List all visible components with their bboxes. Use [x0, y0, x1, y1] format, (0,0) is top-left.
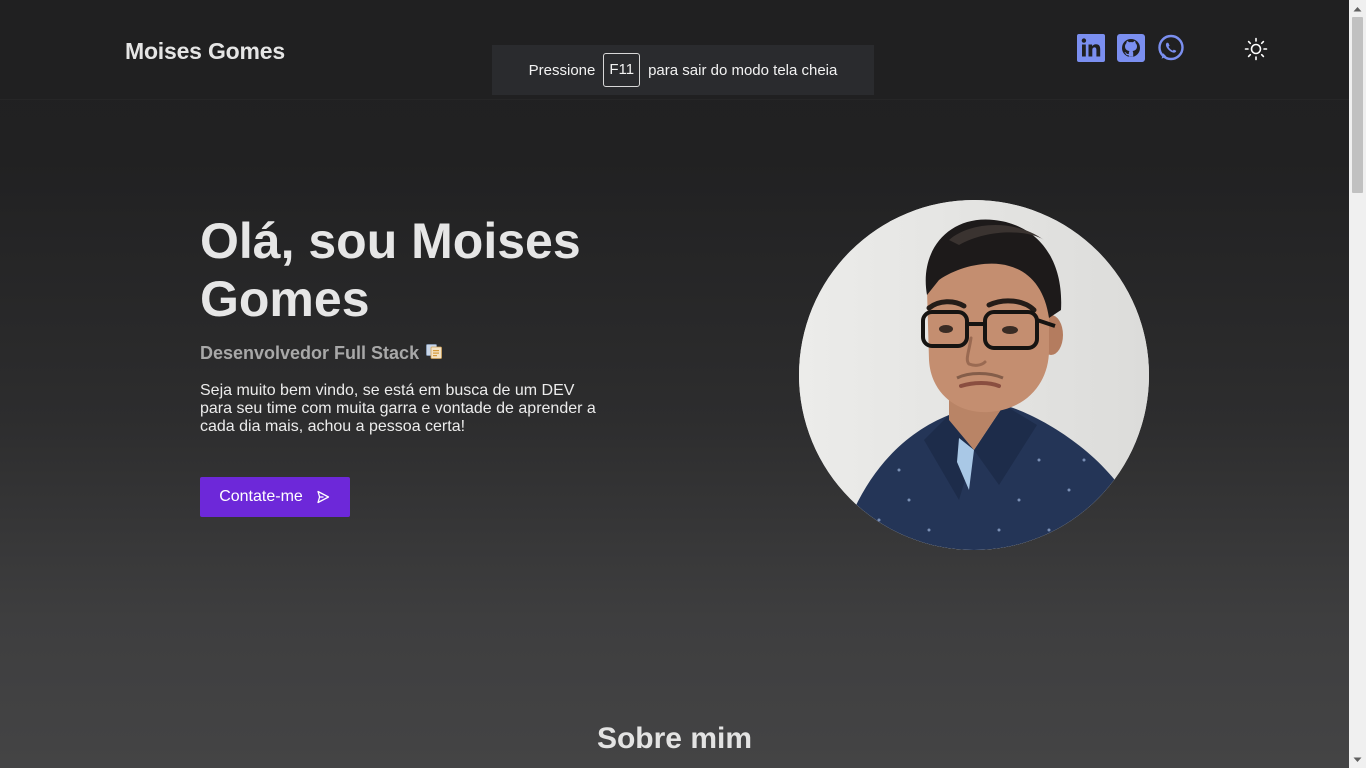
f11-key-badge: F11	[603, 53, 641, 87]
sun-icon[interactable]	[1244, 37, 1268, 61]
social-links	[1077, 34, 1185, 62]
contact-me-label: Contate-me	[219, 488, 303, 505]
contact-me-button[interactable]: Contate-me	[200, 477, 350, 517]
profile-portrait-illustration	[799, 200, 1149, 550]
hero-subtitle: Desenvolvedor Full Stack	[200, 343, 442, 364]
brand-logo-text[interactable]: Moises Gomes	[125, 38, 285, 65]
fullscreen-notice-suffix: para sair do modo tela cheia	[648, 61, 838, 79]
send-icon	[317, 490, 329, 504]
about-section-title: Sobre mim	[596, 722, 753, 755]
whatsapp-icon[interactable]	[1157, 34, 1185, 62]
page: Moises Gomes Pressione F11 para sair do …	[0, 0, 1349, 768]
scroll-down-arrow-icon[interactable]	[1349, 751, 1366, 768]
scroll-up-arrow-icon[interactable]	[1349, 0, 1366, 17]
github-icon[interactable]	[1117, 34, 1145, 62]
fullscreen-exit-notice: Pressione F11 para sair do modo tela che…	[492, 45, 874, 95]
hero-title: Olá, sou Moises Gomes	[200, 213, 581, 327]
linkedin-icon[interactable]	[1077, 34, 1105, 62]
fullscreen-notice-prefix: Pressione	[528, 61, 596, 79]
hero-description: Seja muito bem vindo, se está em busca d…	[200, 382, 596, 435]
page-scrollbar[interactable]	[1349, 0, 1366, 768]
hero-subtitle-text: Desenvolvedor Full Stack	[200, 343, 420, 363]
scrollbar-thumb[interactable]	[1352, 17, 1363, 193]
profile-photo	[799, 200, 1149, 550]
clipboard-emoji-icon	[426, 343, 442, 359]
